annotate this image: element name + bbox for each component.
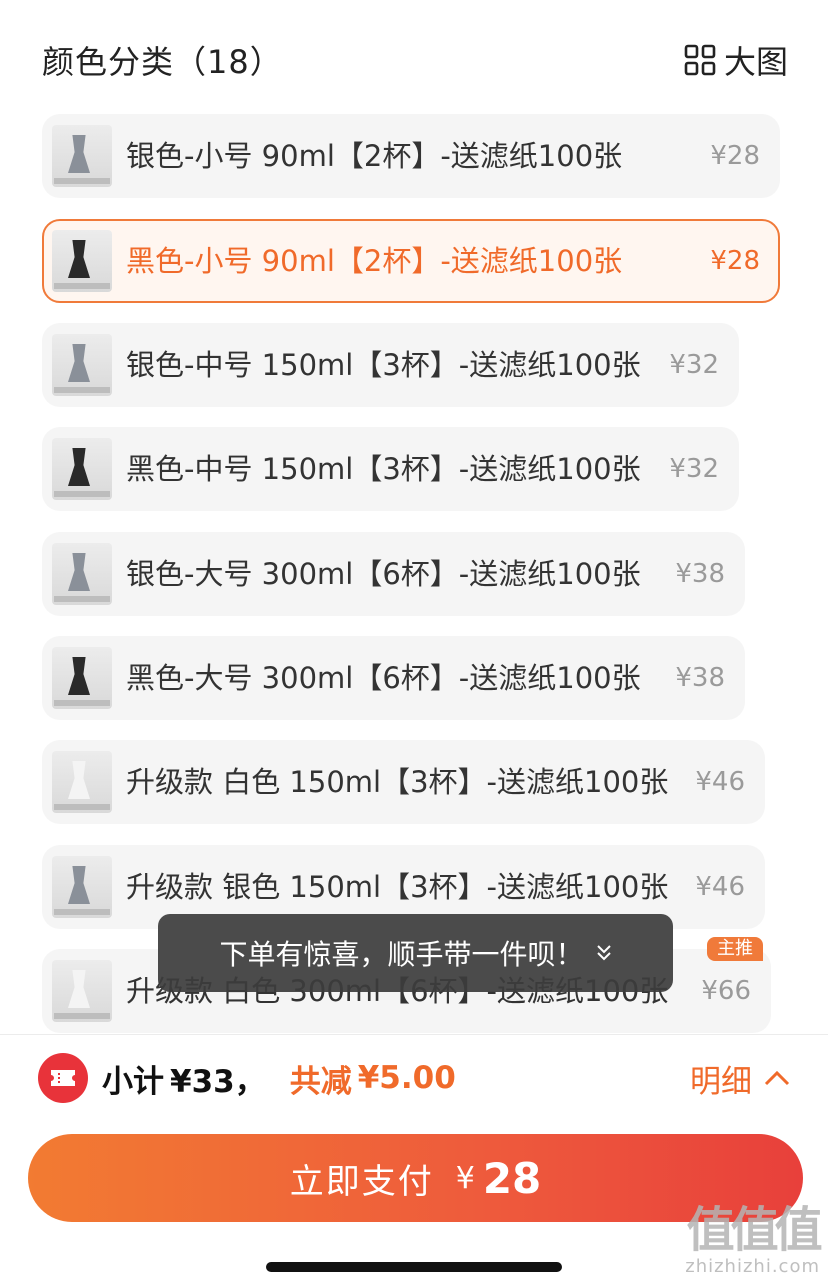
watermark-logo: 值值值 <box>686 1202 823 1258</box>
toast-text: 下单有惊喜，顺手带一件呗！ <box>219 938 584 971</box>
product-thumbnail <box>52 856 112 918</box>
sku-option-name: 升级款 银色 150ml【3杯】-送滤纸100张 <box>126 869 669 904</box>
sku-option[interactable]: 黑色-大号 300ml【6杯】-送滤纸100张 ¥38 <box>42 636 745 720</box>
detail-label: 明细 <box>690 1063 752 1100</box>
discount-value: ¥5.00 <box>357 1060 456 1096</box>
sku-option-price: ¥32 <box>669 454 719 484</box>
recommended-badge: 主推 <box>707 937 763 961</box>
sheet-top <box>14 0 816 30</box>
pay-amount: 28 <box>482 1153 542 1203</box>
sku-option-name: 银色-中号 150ml【3杯】-送滤纸100张 <box>126 347 641 382</box>
promo-toast[interactable]: 下单有惊喜，顺手带一件呗！ <box>158 914 673 992</box>
header: 颜色分类（18） 大图 <box>42 36 788 84</box>
sku-option[interactable]: 银色-中号 150ml【3杯】-送滤纸100张 ¥32 <box>42 323 739 407</box>
subtotal-label: 小计 <box>102 1063 164 1100</box>
product-thumbnail <box>52 647 112 709</box>
sku-option-name: 黑色-大号 300ml【6杯】-送滤纸100张 <box>126 660 641 695</box>
sku-option-name: 银色-大号 300ml【6杯】-送滤纸100张 <box>126 556 641 591</box>
product-thumbnail <box>52 751 112 813</box>
sku-option-price: ¥28 <box>710 246 760 276</box>
sku-option-price: ¥32 <box>669 350 719 380</box>
sku-option-name: 黑色-中号 150ml【3杯】-送滤纸100张 <box>126 451 641 486</box>
sku-option[interactable]: 黑色-中号 150ml【3杯】-送滤纸100张 ¥32 <box>42 427 739 511</box>
sku-option-price: ¥28 <box>710 141 760 171</box>
coupon-icon <box>38 1053 88 1103</box>
sku-option-selected[interactable]: 黑色-小号 90ml【2杯】-送滤纸100张 ¥28 <box>42 219 780 303</box>
product-thumbnail <box>52 230 112 292</box>
subtotal-value: ¥33， <box>170 1063 266 1100</box>
sku-option-name: 升级款 白色 150ml【3杯】-送滤纸100张 <box>126 764 669 799</box>
home-indicator[interactable] <box>266 1262 562 1272</box>
product-thumbnail <box>52 438 112 500</box>
sku-option-price: ¥38 <box>675 663 725 693</box>
page-title: 颜色分类（18） <box>42 43 283 81</box>
detail-toggle[interactable]: 明细 <box>690 1056 790 1101</box>
discount-label: 共减 <box>289 1063 352 1100</box>
sku-option-name: 黑色-小号 90ml【2杯】-送滤纸100张 <box>126 243 623 278</box>
chevron-up-icon <box>764 1070 790 1086</box>
sku-option[interactable]: 银色-小号 90ml【2杯】-送滤纸100张 ¥28 <box>42 114 780 198</box>
product-thumbnail <box>52 334 112 396</box>
sku-selector-sheet: 颜色分类（18） 大图 银色-小号 90ml【2杯】-送滤纸100张 ¥28 黑… <box>0 0 828 1287</box>
pay-currency: ¥ <box>455 1160 475 1196</box>
grid-icon <box>684 44 716 76</box>
sku-option-price: ¥46 <box>695 872 745 902</box>
sku-option[interactable]: 银色-大号 300ml【6杯】-送滤纸100张 ¥38 <box>42 532 745 616</box>
product-thumbnail <box>52 543 112 605</box>
big-image-label: 大图 <box>723 43 788 81</box>
big-image-toggle[interactable]: 大图 <box>684 37 788 83</box>
product-thumbnail <box>52 960 112 1022</box>
double-chevron-down-icon <box>596 945 611 961</box>
sku-option-price: ¥38 <box>675 559 725 589</box>
watermark: 值值值 zhizhizhi.com <box>685 1202 823 1277</box>
sku-option-price: ¥46 <box>695 767 745 797</box>
product-thumbnail <box>52 125 112 187</box>
watermark-url: zhizhizhi.com <box>685 1256 820 1277</box>
sku-option-price: ¥66 <box>701 976 751 1006</box>
pay-label: 立即支付 <box>289 1161 434 1202</box>
sku-option-name: 银色-小号 90ml【2杯】-送滤纸100张 <box>126 138 623 173</box>
subtotal-row: 小计 ¥33， 共减 ¥5.00 明细 <box>38 1051 790 1105</box>
sku-option[interactable]: 升级款 白色 150ml【3杯】-送滤纸100张 ¥46 <box>42 740 765 824</box>
